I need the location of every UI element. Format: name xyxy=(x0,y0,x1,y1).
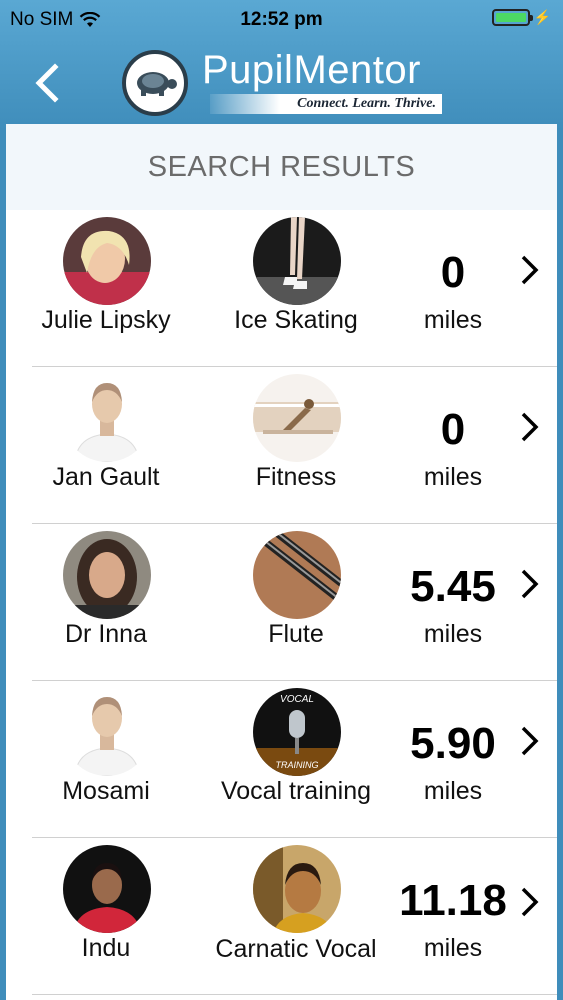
result-row[interactable]: Indu Carnatic Vocal 11.18 miles xyxy=(6,838,557,995)
mentor-photo-avatar xyxy=(63,531,151,619)
chevron-right-icon xyxy=(521,255,539,285)
chevron-right-icon xyxy=(521,887,539,917)
logo-text-pupil: Pupil xyxy=(202,48,294,92)
pupilmentor-logo: PupilMentor Connect. Learn. Thrive. xyxy=(122,48,442,116)
chevron-right-icon xyxy=(521,412,539,442)
subject-vocal-training-image: VOCAL TRAINING xyxy=(253,688,341,776)
distance-unit: miles xyxy=(423,777,483,805)
placeholder-person-avatar xyxy=(63,688,151,776)
mentor-name: Indu xyxy=(81,934,131,962)
distance-value: 5.90 xyxy=(410,719,496,768)
logo-wordmark: PupilMentor xyxy=(202,48,421,93)
chevron-right-icon xyxy=(521,726,539,756)
logo-tagline: Connect. Learn. Thrive. xyxy=(210,94,442,114)
page-title: SEARCH RESULTS xyxy=(6,124,557,210)
result-row[interactable]: Mosami VOCAL TRAINING Vocal training 5.9… xyxy=(6,681,557,838)
subject-ice-skating-image xyxy=(253,217,341,305)
chevron-left-icon xyxy=(35,63,59,103)
vocal-badge-top: VOCAL xyxy=(280,694,314,705)
result-row[interactable]: Jan Gault Fitness 0 miles xyxy=(6,367,557,524)
logo-text-mentor: Mentor xyxy=(293,48,421,92)
distance-value: 0 xyxy=(440,405,466,454)
subject-name: Fitness xyxy=(255,463,337,491)
distance-unit: miles xyxy=(423,306,483,334)
mentor-name: Julie Lipsky xyxy=(41,306,171,334)
subject-name: Flute xyxy=(268,620,324,648)
result-row[interactable]: Julie Lipsky Ice Skating 0 miles xyxy=(6,210,557,367)
vocal-badge-bottom: TRAINING xyxy=(275,760,318,770)
app-screen: No SIM 12:52 pm ⚡ PupilMentor Connect. L… xyxy=(0,0,563,1000)
distance-value: 5.45 xyxy=(410,562,496,611)
mentor-photo-avatar xyxy=(63,217,151,305)
charging-bolt-icon: ⚡ xyxy=(533,9,551,25)
mentor-name: Jan Gault xyxy=(52,463,160,491)
results-panel: SEARCH RESULTS Julie Lipsky Ice Skating … xyxy=(6,124,557,1000)
status-bar: No SIM 12:52 pm ⚡ xyxy=(0,0,563,40)
distance-unit: miles xyxy=(423,934,483,962)
distance-unit: miles xyxy=(423,620,483,648)
subject-carnatic-vocal-image xyxy=(253,845,341,933)
mentor-photo-avatar xyxy=(63,845,151,933)
chevron-right-icon xyxy=(521,569,539,599)
subject-name: Ice Skating xyxy=(234,306,358,334)
battery-group: ⚡ xyxy=(491,9,551,26)
battery-full-icon xyxy=(491,9,533,26)
subject-name: Vocal training xyxy=(220,777,372,805)
placeholder-person-avatar xyxy=(63,374,151,462)
subject-flute-image xyxy=(253,531,341,619)
turtle-icon xyxy=(122,50,188,116)
result-row[interactable]: Dr Inna Flute 5.45 miles xyxy=(6,524,557,681)
distance-unit: miles xyxy=(423,463,483,491)
subject-name: Carnatic Vocal xyxy=(215,935,377,963)
distance-value: 11.18 xyxy=(399,876,507,925)
results-list: Julie Lipsky Ice Skating 0 miles Jan Gau… xyxy=(6,210,557,995)
distance-value: 0 xyxy=(440,248,466,297)
subject-fitness-image xyxy=(253,374,341,462)
mentor-name: Dr Inna xyxy=(65,620,147,648)
status-time: 12:52 pm xyxy=(240,9,323,30)
back-button[interactable] xyxy=(22,58,72,108)
mentor-name: Mosami xyxy=(62,777,150,805)
